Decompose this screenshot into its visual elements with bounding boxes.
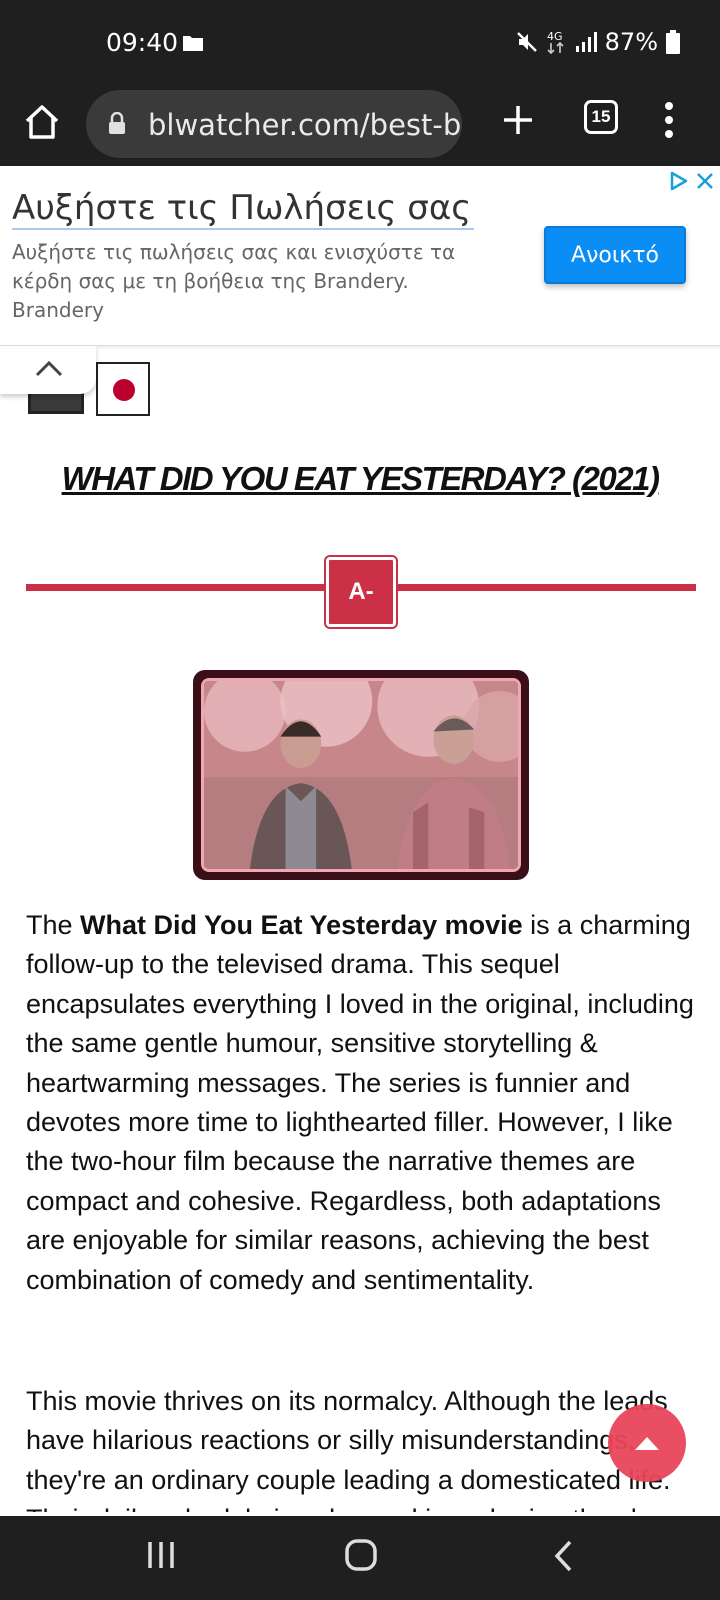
ad-description: Αυξήστε τις πωλήσεις σας και ενισχύστε τ… xyxy=(12,240,456,293)
caret-up-icon xyxy=(635,1437,659,1450)
battery-icon xyxy=(666,30,680,54)
signal-icon xyxy=(575,32,597,52)
status-time: 09:40 xyxy=(106,28,179,57)
mute-icon xyxy=(516,32,537,52)
movie-still-image xyxy=(193,670,529,880)
plus-icon[interactable] xyxy=(500,102,536,138)
folder-icon xyxy=(183,36,203,51)
network-label: 4G xyxy=(547,30,563,43)
grade-badge: A- xyxy=(324,555,398,629)
japan-flag-icon xyxy=(96,362,150,416)
ad-title-underline xyxy=(12,228,474,230)
para1-bold-title: What Did You Eat Yesterday movie xyxy=(80,910,523,940)
review-title[interactable]: WHAT DID YOU EAT YESTERDAY? (2021) xyxy=(0,460,720,498)
review-paragraph: The What Did You Eat Yesterday movie is … xyxy=(26,906,700,1300)
browser-toolbar: blwatcher.com/best-b 15 xyxy=(0,88,720,166)
para1-rest: is a charming follow-up to the televised… xyxy=(26,910,694,1295)
close-icon[interactable] xyxy=(694,170,716,192)
adchoices-icon[interactable] xyxy=(668,170,690,192)
ad-brand: Brandery xyxy=(12,298,104,322)
home-icon[interactable] xyxy=(22,102,62,142)
grade-divider-left xyxy=(26,584,324,591)
battery-percent: 87% xyxy=(604,28,658,56)
ad-collapse-tab[interactable] xyxy=(0,346,96,394)
back-icon[interactable] xyxy=(552,1538,576,1574)
more-vert-icon[interactable] xyxy=(660,100,678,140)
status-icons: 4G 87% xyxy=(515,28,680,56)
ad-banner[interactable]: Αυξήστε τις Πωλήσεις σας Αυξήστε τις πωλ… xyxy=(0,166,720,346)
ad-title[interactable]: Αυξήστε τις Πωλήσεις σας xyxy=(12,188,471,228)
scroll-to-top-button[interactable] xyxy=(608,1404,686,1482)
chevron-up-icon xyxy=(35,360,63,377)
para1-lead: The xyxy=(26,910,81,940)
system-nav-bar xyxy=(0,1516,720,1600)
review-paragraph-2: This movie thrives on its normalcy. Alth… xyxy=(26,1386,671,1512)
ad-open-button[interactable]: Ανοικτό xyxy=(544,226,686,284)
home-circle-icon[interactable] xyxy=(344,1538,378,1572)
movie-still-scene xyxy=(204,681,518,869)
lock-icon xyxy=(109,112,125,134)
tabs-button[interactable]: 15 xyxy=(584,100,618,134)
data-arrows-icon: 4G xyxy=(547,30,564,55)
grade-divider-right xyxy=(398,584,696,591)
url-text: blwatcher.com/best-b xyxy=(148,108,462,142)
address-bar[interactable]: blwatcher.com/best-b xyxy=(86,90,462,158)
status-bar: 09:40 4G 87% xyxy=(0,0,720,88)
recents-icon[interactable] xyxy=(146,1538,176,1572)
